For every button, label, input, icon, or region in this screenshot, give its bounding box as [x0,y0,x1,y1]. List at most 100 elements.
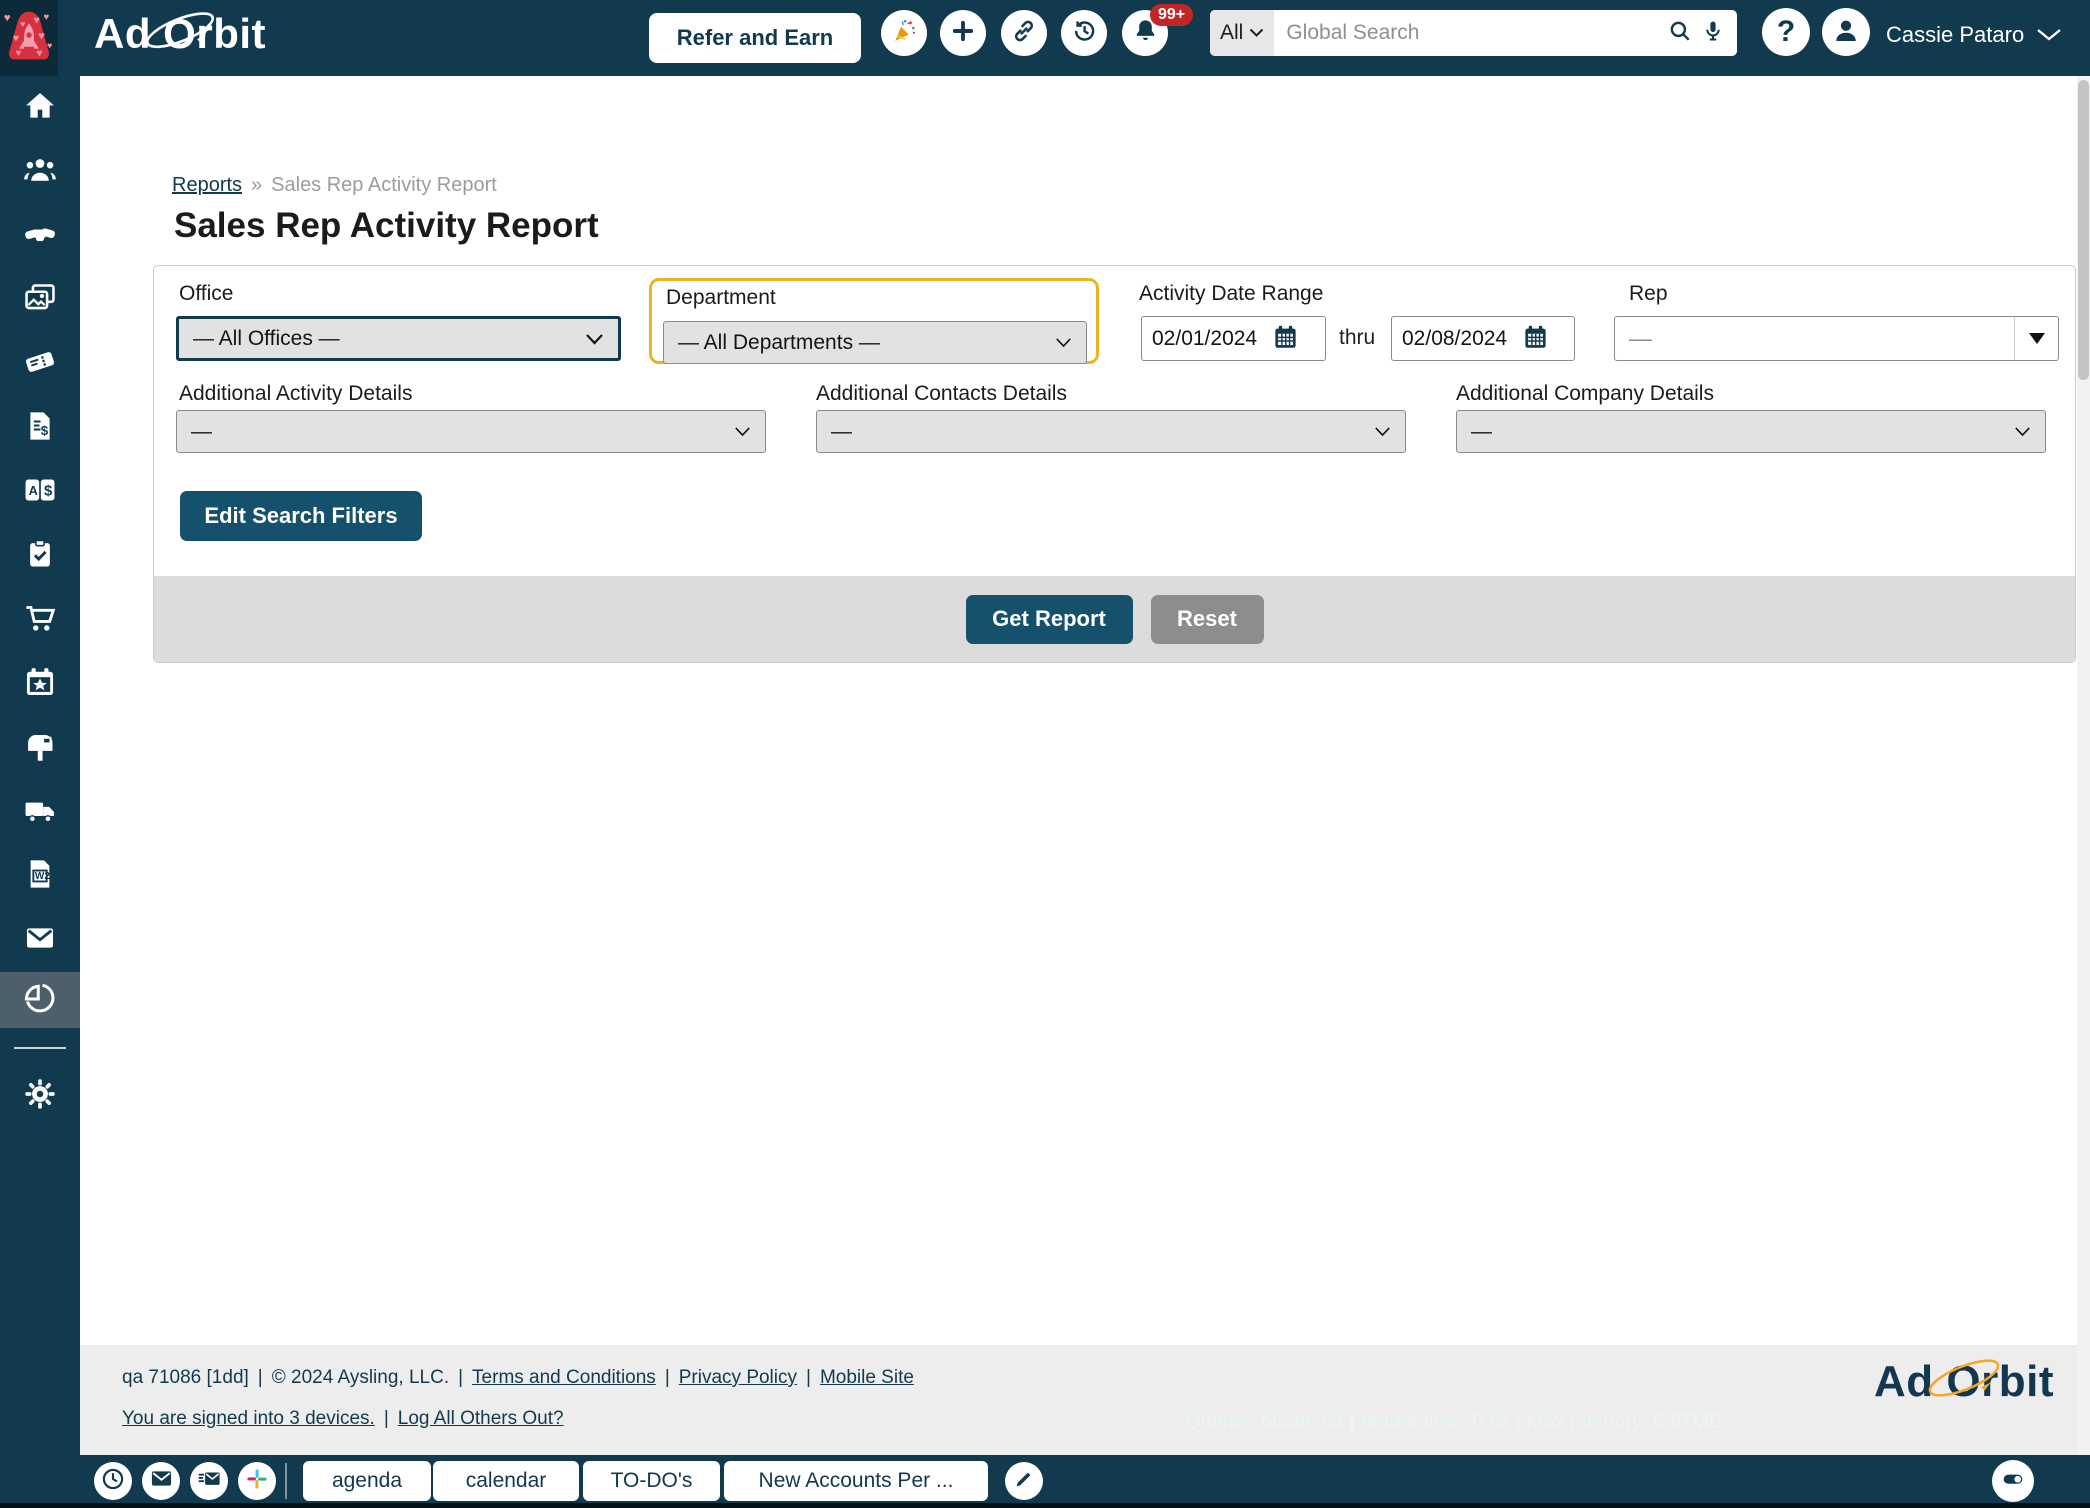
taskbar-new-accounts-button[interactable]: New Accounts Per ... [724,1461,988,1501]
sidebar-item-rate-cards[interactable]: A$ [0,468,80,516]
breadcrumb-reports-link[interactable]: Reports [172,174,242,197]
clock-icon [100,1466,126,1497]
search-scope-select[interactable]: All [1210,10,1274,56]
mobile-site-link[interactable]: Mobile Site [820,1367,914,1389]
taskbar-todos-button[interactable]: TO-DO's [583,1461,720,1501]
office-label: Office [179,282,233,306]
sidebar-item-distribution[interactable] [0,788,80,836]
calendar-star-icon [23,665,57,704]
page-title: Sales Rep Activity Report [174,206,599,246]
chevron-down-icon [2014,426,2031,437]
svg-text:♥: ♥ [43,11,49,22]
chevron-down-icon [1055,337,1072,348]
office-select[interactable]: — All Offices — [176,316,621,361]
sidebar-item-tasks[interactable] [0,532,80,580]
terms-link[interactable]: Terms and Conditions [472,1367,656,1389]
calendar-icon[interactable] [1522,323,1549,355]
taskbar-calendar-button[interactable]: calendar [433,1461,579,1501]
delivery-truck-icon [22,793,58,832]
history-button[interactable] [1061,10,1107,56]
main-content: Reports » Sales Rep Activity Report Sale… [80,76,2090,1345]
build-version: qa 71086 [1dd] [122,1367,249,1389]
edit-search-filters-button[interactable]: Edit Search Filters [180,491,422,541]
sidebar-item-email[interactable] [0,916,80,964]
ticket-icon [22,345,58,384]
rep-select[interactable]: — [1614,316,2059,361]
privacy-policy-link[interactable]: Privacy Policy [679,1367,797,1389]
svg-text:♥: ♥ [38,29,45,42]
handshake-icon [21,217,59,256]
brand-ad: Ad [94,10,151,58]
sidebar-item-orders[interactable] [0,596,80,644]
sidebar-item-tickets[interactable] [0,340,80,388]
user-menu[interactable]: Cassie Pataro [1886,22,2062,48]
search-icon[interactable] [1667,18,1693,49]
scrollbar-thumb[interactable] [2078,80,2089,380]
search-filters-card: Office — All Offices — Department — All … [153,265,2076,663]
plus-icon [950,18,976,49]
date-from-field [1141,316,1326,361]
envelope-icon [22,921,58,960]
chevron-down-icon [1374,426,1391,437]
mail-log-button[interactable] [190,1462,228,1500]
get-report-button[interactable]: Get Report [966,595,1133,644]
sidebar-item-settings[interactable] [0,1072,80,1120]
microphone-icon[interactable] [1701,18,1725,49]
chevron-down-icon [1249,28,1264,38]
envelope-lines-icon [196,1466,222,1497]
sidebar-item-invoices[interactable]: $ [0,404,80,452]
slack-icon [245,1467,269,1496]
additional-company-details-select[interactable]: — [1456,410,2046,453]
log-all-others-out-link[interactable]: Log All Others Out? [398,1408,564,1430]
mailbox-icon [23,729,57,768]
signed-in-devices-link[interactable]: You are signed into 3 devices. [122,1408,375,1430]
department-value: — All Departments — [678,331,880,355]
refer-and-earn-button[interactable]: Refer and Earn [649,13,861,63]
messages-button[interactable] [142,1462,180,1500]
sidebar-item-reports-selected[interactable] [0,972,80,1028]
gear-icon [23,1077,57,1116]
taskbar-agenda-button[interactable]: agenda [303,1461,431,1501]
thru-label: thru [1339,326,1375,350]
sidebar-item-contacts[interactable] [0,148,80,196]
chevron-down-icon [2036,28,2062,42]
additional-activity-details-select[interactable]: — [176,410,766,453]
brand-rbit: rbit [196,10,266,58]
notification-badge: 99+ [1150,4,1193,26]
scrollbar[interactable] [2077,76,2090,1455]
date-to-input[interactable] [1402,327,1522,351]
sidebar-item-events[interactable] [0,660,80,708]
brand-wordmark[interactable]: Ad Orbit [94,10,266,58]
recent-activity-button[interactable] [94,1462,132,1500]
additional-activity-details-label: Additional Activity Details [179,382,412,406]
department-select[interactable]: — All Departments — [663,321,1087,364]
link-icon [1011,18,1037,49]
svg-text:♥: ♥ [36,47,42,59]
date-to-field [1391,316,1575,361]
taskbar-edit-button[interactable] [1005,1462,1043,1500]
home-icon [23,89,57,128]
sidebar-item-w2-forms[interactable]: W2 [0,852,80,900]
slack-button[interactable] [238,1462,276,1500]
user-name: Cassie Pataro [1886,22,2024,48]
reset-button[interactable]: Reset [1151,595,1264,644]
help-button[interactable]: ? [1762,8,1810,56]
avatar[interactable] [1822,8,1870,56]
quick-add-button[interactable] [940,10,986,56]
additional-contacts-details-select[interactable]: — [816,410,1406,453]
notifications-button[interactable]: 99+ [1122,10,1168,56]
celebrate-button[interactable] [881,10,927,56]
sidebar-item-mailings[interactable] [0,724,80,772]
sidebar-item-deals[interactable] [0,212,80,260]
calendar-icon[interactable] [1272,323,1299,355]
footer-brand-logo: Ad Orbit [1874,1357,2054,1407]
date-from-input[interactable] [1152,327,1272,351]
sidebar-divider [14,1047,66,1049]
sidebar-item-home[interactable] [0,84,80,132]
app-logo[interactable]: ♥ ♥ ♥ ♥ ♥ ♥ ♥ ♥ ♥ [0,0,58,76]
party-popper-icon [890,17,918,50]
global-search-input[interactable] [1274,21,1667,45]
taskbar-toggle-button[interactable] [1992,1460,2034,1502]
sidebar-item-media[interactable] [0,276,80,324]
quick-links-button[interactable] [1001,10,1047,56]
